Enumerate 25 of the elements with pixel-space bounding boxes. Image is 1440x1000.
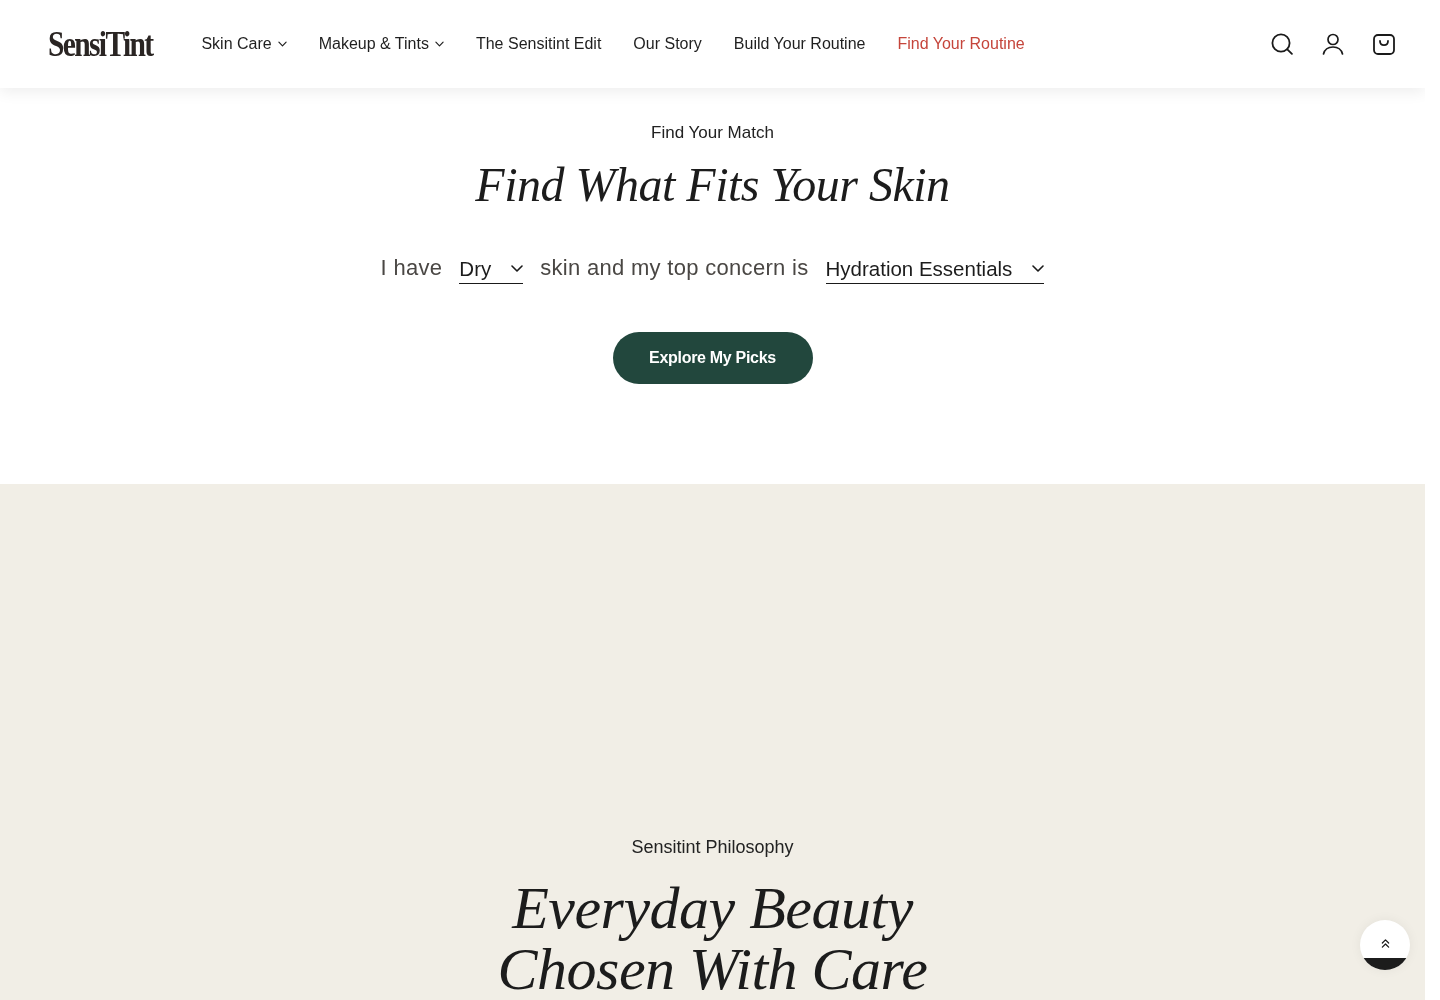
double-chevron-up-icon <box>1380 938 1390 948</box>
nav-link[interactable]: Find Your Routine <box>897 35 1025 53</box>
section-eyebrow: Find Your Match <box>651 122 774 144</box>
nav-link[interactable]: Our Story <box>633 35 702 53</box>
search-button[interactable] <box>1271 33 1293 55</box>
philosophy-heading: Everyday Beauty Chosen With Care <box>497 878 928 1000</box>
nav-link[interactable]: The Sensitint Edit <box>475 35 602 53</box>
nav-link[interactable]: Makeup & Tints <box>318 35 444 53</box>
brand-logo[interactable]: SensiTint <box>48 23 153 65</box>
chevron-down-icon <box>1032 265 1045 272</box>
sentence-text: skin and my top concern is <box>540 255 809 281</box>
account-button[interactable] <box>1322 33 1344 55</box>
shopping-bag-icon <box>1373 33 1395 55</box>
cart-button[interactable] <box>1373 33 1395 55</box>
section-eyebrow: Sensitint Philosophy <box>631 836 794 859</box>
sentence-text: I have <box>380 255 443 281</box>
dropdown-select[interactable]: Dry <box>459 252 524 284</box>
user-icon <box>1322 33 1344 55</box>
nav-link[interactable]: Build Your Routine <box>733 35 866 53</box>
search-icon <box>1271 33 1293 55</box>
chevron-down-icon <box>511 265 524 272</box>
nav-link[interactable]: Skin Care <box>201 35 287 53</box>
dropdown-select[interactable]: Hydration Essentials <box>825 252 1045 284</box>
explore-button[interactable]: Explore My Picks <box>612 332 813 384</box>
quiz-heading: Find What Fits Your Skin <box>475 157 950 213</box>
